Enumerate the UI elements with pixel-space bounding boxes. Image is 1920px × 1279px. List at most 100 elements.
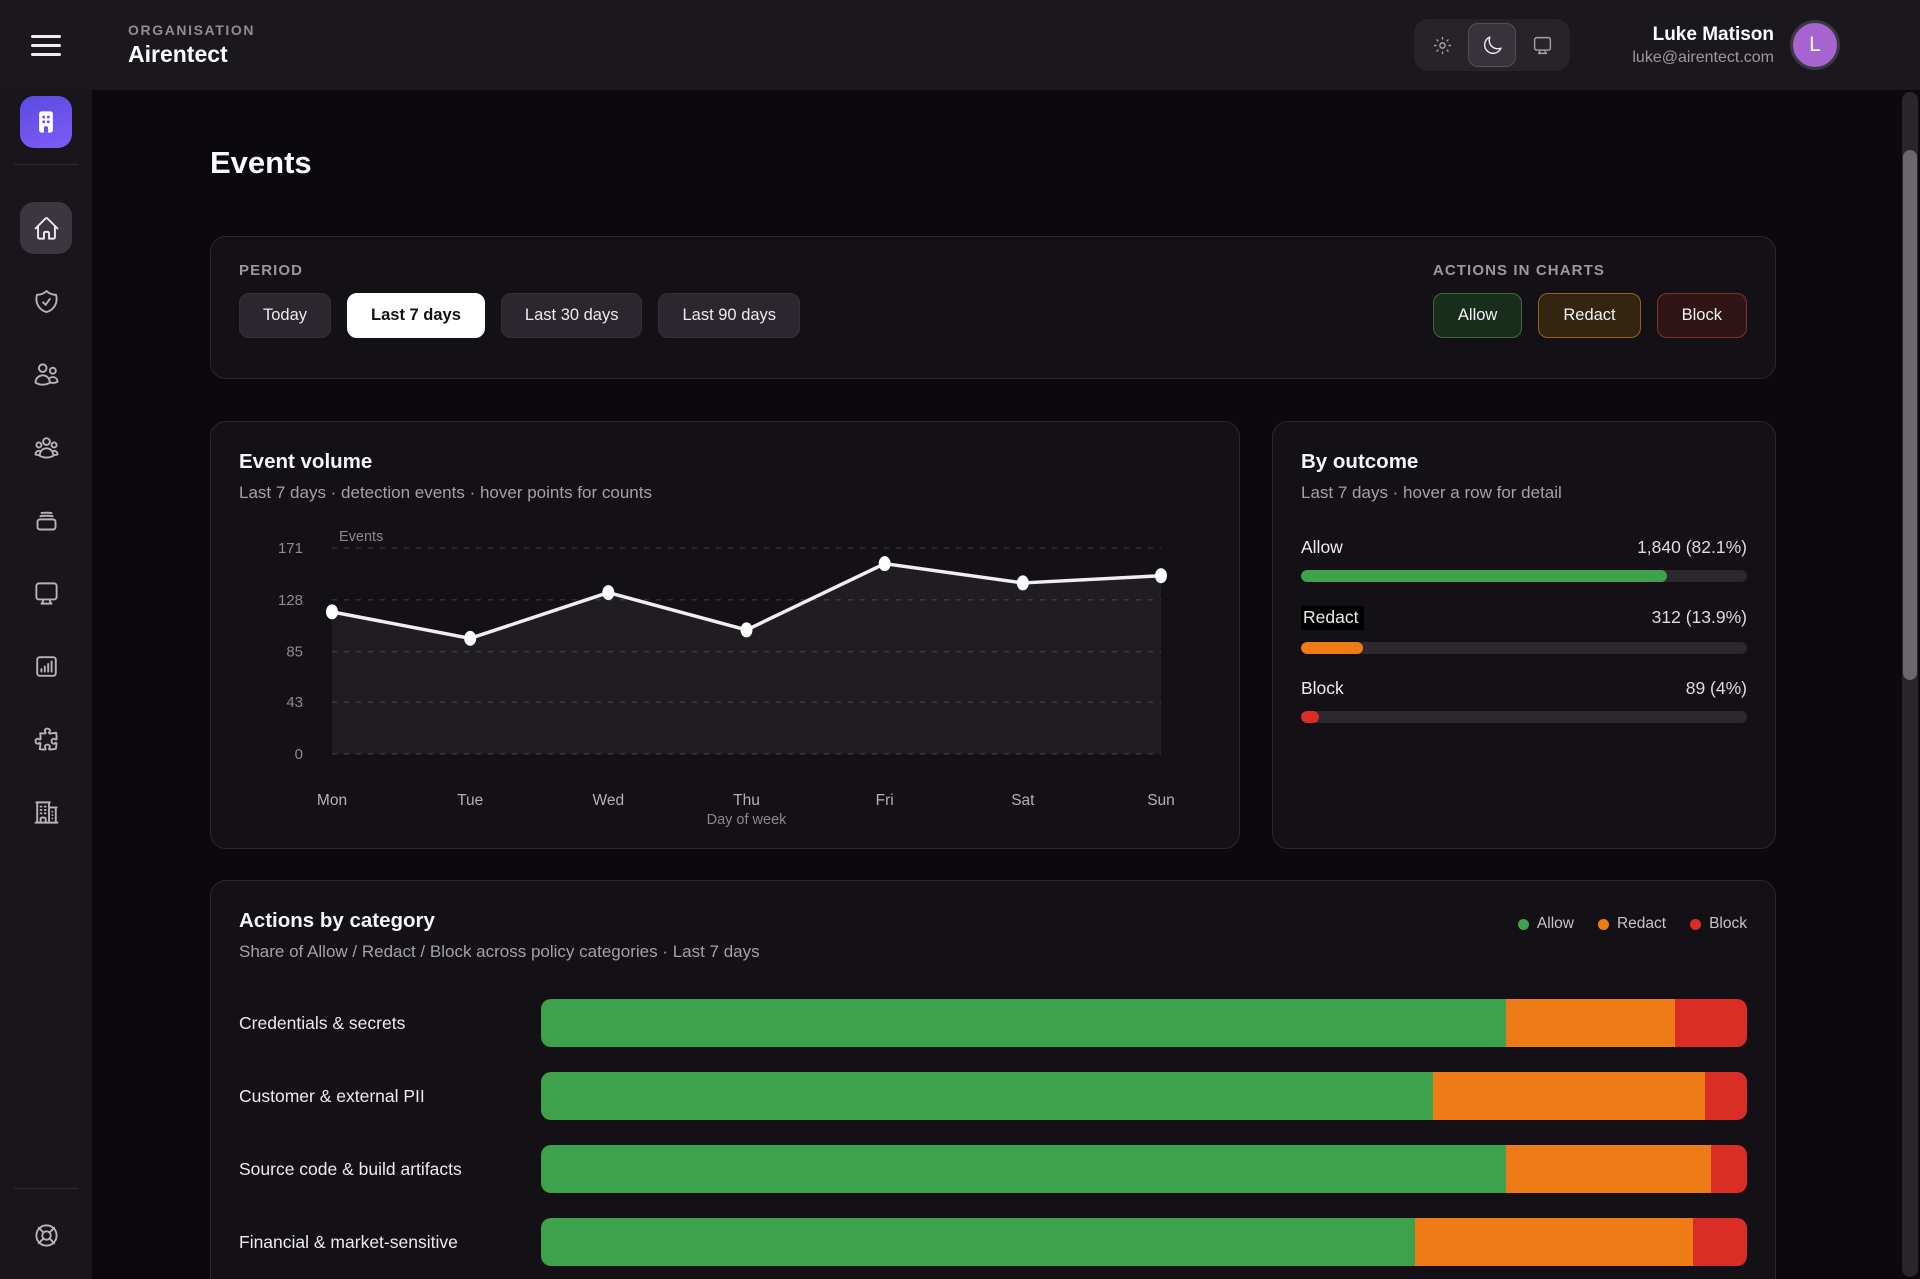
svg-text:Sun: Sun [1147, 792, 1175, 809]
sidebar-item-teams[interactable] [20, 421, 72, 473]
period-filter: PERIOD Today Last 7 days Last 30 days La… [239, 262, 800, 353]
sidebar-item-analytics[interactable] [20, 640, 72, 692]
menu-icon[interactable] [0, 0, 92, 90]
category-label: Customer & external PII [239, 1086, 541, 1107]
sidebar-item-help[interactable] [20, 1209, 72, 1261]
outcome-row-redact[interactable]: Redact 312 (13.9%) [1301, 606, 1747, 654]
sidebar-item-policies[interactable] [20, 275, 72, 327]
sidebar-item-integrations[interactable] [20, 713, 72, 765]
by-outcome-card: By outcome Last 7 days · hover a row for… [1272, 421, 1776, 849]
category-row: Source code & build artifacts [239, 1145, 1747, 1193]
svg-text:Events: Events [339, 529, 383, 545]
segment-block [1711, 1145, 1747, 1193]
block-dot-icon [1690, 919, 1701, 930]
svg-text:0: 0 [295, 746, 303, 763]
actions-filter: ACTIONS IN CHARTS Allow Redact Block [1433, 262, 1747, 353]
legend-item-redact: Redact [1598, 915, 1666, 933]
svg-text:Fri: Fri [876, 792, 894, 809]
outcome-row-block[interactable]: Block 89 (4%) [1301, 678, 1747, 723]
event-volume-line-chart[interactable]: 17112885430MonTueWedThuFriSatSunEventsDa… [239, 525, 1213, 830]
avatar-initial: L [1809, 33, 1821, 57]
chart-legend: Allow Redact Block [1518, 915, 1747, 933]
svg-text:Mon: Mon [317, 792, 347, 809]
segment-redact [1506, 999, 1675, 1047]
stacked-bar[interactable] [541, 1145, 1747, 1193]
sidebar [0, 90, 92, 1279]
building-logo-icon [31, 107, 61, 137]
desktop-icon [33, 580, 60, 607]
main-content: Events PERIOD Today Last 7 days Last 30 … [92, 90, 1920, 1279]
event-volume-card: Event volume Last 7 days · detection eve… [210, 421, 1240, 849]
category-row: Financial & market-sensitive [239, 1218, 1747, 1266]
segment-redact [1433, 1072, 1704, 1120]
period-last-90-days-button[interactable]: Last 90 days [658, 293, 800, 338]
theme-light-button[interactable] [1418, 23, 1466, 67]
sidebar-item-home[interactable] [20, 202, 72, 254]
theme-system-button[interactable] [1518, 23, 1566, 67]
segment-allow [541, 999, 1506, 1047]
segment-allow [541, 1145, 1506, 1193]
outcome-label: Block [1301, 678, 1344, 699]
segment-allow [541, 1218, 1415, 1266]
home-icon [33, 215, 60, 242]
user-email: luke@airentect.com [1632, 49, 1774, 67]
event-volume-subtitle: Last 7 days · detection events · hover p… [239, 483, 1211, 503]
outcome-bar-track [1301, 642, 1747, 654]
outcome-bar-fill [1301, 570, 1667, 582]
lifebuoy-icon [33, 1222, 60, 1249]
theme-dark-button[interactable] [1468, 23, 1516, 67]
action-allow-button[interactable]: Allow [1433, 293, 1522, 338]
action-redact-button[interactable]: Redact [1538, 293, 1640, 338]
scrollbar-thumb[interactable] [1903, 150, 1917, 680]
svg-text:171: 171 [278, 540, 303, 557]
segment-block [1675, 999, 1747, 1047]
actions-label: ACTIONS IN CHARTS [1433, 262, 1747, 279]
sidebar-item-users[interactable] [20, 348, 72, 400]
outcome-bar-track [1301, 570, 1747, 582]
actions-by-category-card: Actions by category Share of Allow / Red… [210, 880, 1776, 1279]
category-row: Credentials & secrets [239, 999, 1747, 1047]
svg-text:Thu: Thu [733, 792, 760, 809]
outcome-row-allow[interactable]: Allow 1,840 (82.1%) [1301, 537, 1747, 582]
redact-dot-icon [1598, 919, 1609, 930]
by-outcome-subtitle: Last 7 days · hover a row for detail [1301, 483, 1747, 503]
svg-text:Tue: Tue [457, 792, 483, 809]
sidebar-item-devices[interactable] [20, 567, 72, 619]
sidebar-item-organisation[interactable] [20, 786, 72, 838]
sun-icon [1432, 35, 1453, 56]
actions-by-category-title: Actions by category [239, 909, 760, 933]
outcome-label: Allow [1301, 537, 1343, 558]
period-last-7-days-button[interactable]: Last 7 days [347, 293, 485, 338]
segment-block [1693, 1218, 1747, 1266]
sidebar-item-inbox[interactable] [20, 494, 72, 546]
category-label: Financial & market-sensitive [239, 1232, 541, 1253]
svg-text:128: 128 [278, 592, 303, 609]
category-label: Source code & build artifacts [239, 1159, 541, 1180]
outcome-bar-track [1301, 711, 1747, 723]
stacked-bar[interactable] [541, 1218, 1747, 1266]
monitor-icon [1532, 35, 1553, 56]
svg-text:Day of week: Day of week [707, 812, 788, 828]
moon-icon [1482, 35, 1503, 56]
stacked-bar[interactable] [541, 999, 1747, 1047]
stacked-bar[interactable] [541, 1072, 1747, 1120]
segment-redact [1415, 1218, 1692, 1266]
legend-item-allow: Allow [1518, 915, 1574, 933]
building-office-icon [33, 799, 60, 826]
chart-bar-icon [33, 653, 60, 680]
page-scrollbar[interactable] [1902, 92, 1918, 1277]
org-block: ORGANISATION Airentect [128, 22, 255, 68]
segment-block [1705, 1072, 1747, 1120]
users-icon [33, 361, 60, 388]
period-today-button[interactable]: Today [239, 293, 331, 338]
segment-allow [541, 1072, 1433, 1120]
sidebar-bottom [0, 1188, 92, 1261]
org-logo[interactable] [20, 96, 72, 148]
org-name: Airentect [128, 41, 255, 68]
category-label: Credentials & secrets [239, 1013, 541, 1034]
outcome-value: 89 (4%) [1686, 678, 1747, 699]
action-block-button[interactable]: Block [1657, 293, 1747, 338]
avatar[interactable]: L [1790, 20, 1840, 70]
period-last-30-days-button[interactable]: Last 30 days [501, 293, 643, 338]
segment-redact [1506, 1145, 1711, 1193]
